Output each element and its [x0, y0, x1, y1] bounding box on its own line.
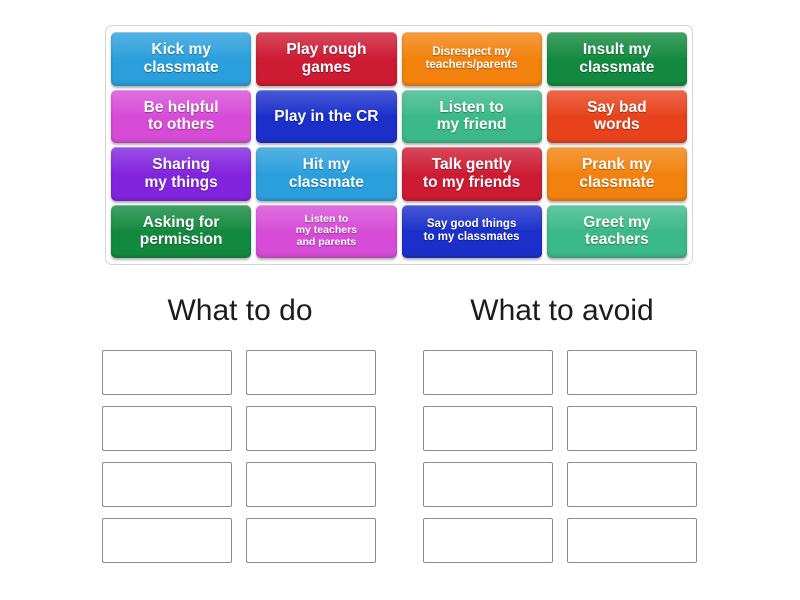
- word-tile-label: Talk gently to my friends: [422, 156, 521, 191]
- dropzone-slot[interactable]: [102, 406, 232, 451]
- word-tile-label: Kick my classmate: [143, 41, 219, 76]
- word-tile-label: Sharing my things: [144, 156, 218, 191]
- word-tile-bank: Kick my classmate Play rough games Disresp…: [105, 25, 693, 265]
- word-tile[interactable]: Listen to my teachers and parents: [256, 204, 397, 258]
- word-tile-label: Greet my teachers: [583, 213, 651, 249]
- dropzone-slot[interactable]: [423, 350, 553, 395]
- word-tile-label: Listen to my friend: [436, 98, 507, 134]
- group-heading-what-to-avoid: What to avoid: [470, 294, 654, 327]
- word-tile-label: Listen to my teachers and parents: [295, 212, 358, 249]
- dropzone-slot[interactable]: [102, 350, 232, 395]
- word-tile-label: Prank my classmate: [579, 156, 655, 191]
- word-tile[interactable]: Sharing my things: [111, 147, 252, 201]
- word-tile-label: Say good things to my classmates: [423, 218, 520, 244]
- word-tile[interactable]: Be helpful to others: [111, 89, 252, 143]
- word-tile[interactable]: Play in the CR: [256, 89, 397, 143]
- dropzone-group-what-to-do: [102, 350, 376, 563]
- dropzone-slot[interactable]: [423, 462, 553, 507]
- word-tile[interactable]: Talk gently to my friends: [401, 147, 542, 201]
- word-tile[interactable]: Disrespect my teachers/parents: [401, 32, 542, 86]
- dropzone-slot[interactable]: [567, 518, 697, 563]
- dropzone-slot[interactable]: [246, 462, 376, 507]
- word-tile-label: Disrespect my teachers/parents: [425, 45, 518, 71]
- dropzone-slot[interactable]: [423, 518, 553, 563]
- tile-grid: Kick my classmate Play rough games Disresp…: [111, 32, 687, 258]
- word-tile[interactable]: Listen to my friend: [401, 89, 542, 143]
- dropzone-slot[interactable]: [246, 406, 376, 451]
- word-tile[interactable]: Kick my classmate: [111, 32, 252, 86]
- dropzone-slot[interactable]: [567, 406, 697, 451]
- word-tile[interactable]: Insult my classmate: [546, 32, 687, 86]
- word-tile[interactable]: Play rough games: [256, 32, 397, 86]
- dropzone-group-what-to-avoid: [423, 350, 697, 563]
- dropzone-slot[interactable]: [567, 462, 697, 507]
- dropzone-slot[interactable]: [102, 462, 232, 507]
- word-tile-label: Play in the CR: [274, 107, 379, 125]
- word-tile[interactable]: Say bad words: [546, 89, 687, 143]
- dropzone-slot[interactable]: [423, 406, 553, 451]
- word-tile[interactable]: Prank my classmate: [546, 147, 687, 201]
- word-tile-label: Be helpful to others: [143, 98, 219, 134]
- dropzone-slot[interactable]: [246, 350, 376, 395]
- word-tile-label: Play rough games: [286, 41, 367, 76]
- word-tile-label: Say bad words: [587, 98, 647, 134]
- dropzone-slot[interactable]: [567, 350, 697, 395]
- word-tile[interactable]: Hit my classmate: [256, 147, 397, 201]
- word-tile-label: Hit my classmate: [288, 156, 364, 191]
- word-tile[interactable]: Asking for permission: [111, 204, 252, 258]
- word-tile-label: Asking for permission: [139, 213, 223, 249]
- dropzone-slot[interactable]: [246, 518, 376, 563]
- word-tile[interactable]: Say good things to my classmates: [401, 204, 542, 258]
- dropzone-slot[interactable]: [102, 518, 232, 563]
- word-tile[interactable]: Greet my teachers: [546, 204, 687, 258]
- word-tile-label: Insult my classmate: [579, 41, 655, 76]
- group-heading-what-to-do: What to do: [167, 294, 313, 327]
